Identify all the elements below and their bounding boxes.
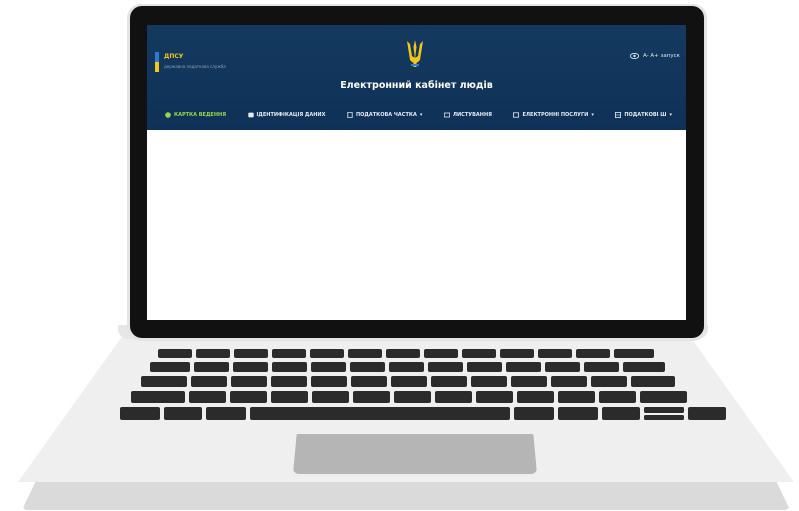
trident-emblem-icon <box>407 40 423 67</box>
key <box>234 349 268 358</box>
nav-item-label: Картка ведення <box>174 112 227 118</box>
key <box>558 391 595 403</box>
key <box>386 349 420 358</box>
nav-item-label: Електронні Послуги <box>522 112 589 118</box>
logo-title: ДПСУ <box>164 53 184 60</box>
chevron-down-icon: ▾ <box>419 112 423 118</box>
key <box>506 362 541 372</box>
key <box>310 349 344 358</box>
key <box>189 391 226 403</box>
nav-item-e-services[interactable]: Електронні Послуги ▾ <box>513 112 594 118</box>
key <box>644 415 684 420</box>
nav-item-label: Листування <box>452 112 492 118</box>
key <box>231 376 267 387</box>
key <box>391 376 427 387</box>
key <box>394 391 431 403</box>
key <box>164 407 202 420</box>
key <box>623 362 665 372</box>
key <box>350 362 385 372</box>
key <box>614 349 654 358</box>
screen: ДПСУ державна податкова служба Електронн… <box>147 25 686 320</box>
id-card-icon <box>247 112 254 118</box>
key <box>599 391 636 403</box>
key <box>462 349 496 358</box>
key <box>511 376 547 387</box>
key <box>353 391 390 403</box>
trackpad <box>293 434 537 474</box>
main-nav: Картка ведення Ідентифікація даних Подат… <box>147 106 686 124</box>
key <box>428 362 463 372</box>
nav-item-label: Податкові Ш <box>624 112 667 118</box>
key <box>545 362 580 372</box>
key <box>158 349 192 358</box>
key <box>131 391 185 403</box>
content-area <box>147 130 686 320</box>
key <box>602 407 640 420</box>
grid-icon <box>615 112 622 118</box>
site-header: ДПСУ державна податкова служба Електронн… <box>147 25 686 130</box>
accessibility-controls[interactable]: A- A+ запуск <box>630 53 680 59</box>
key <box>196 349 230 358</box>
chevron-down-icon: ▾ <box>669 112 672 118</box>
document-icon <box>347 112 353 118</box>
nav-item-correspondence[interactable]: Листування <box>443 112 492 118</box>
key <box>517 391 554 403</box>
nav-item-identification[interactable]: Ідентифікація даних <box>247 112 326 118</box>
page-title: Електронний кабінет людів <box>340 80 493 91</box>
mail-icon <box>443 112 450 118</box>
key <box>271 376 307 387</box>
key <box>640 391 687 403</box>
key <box>150 362 190 372</box>
logo-subtitle: державна податкова служба <box>164 64 226 69</box>
key <box>194 362 229 372</box>
nav-item-label: Ідентифікація даних <box>256 112 326 118</box>
key <box>272 349 306 358</box>
key <box>250 407 510 420</box>
key <box>230 391 267 403</box>
key <box>120 407 160 420</box>
key <box>688 407 726 420</box>
ukraine-flag-icon <box>155 52 159 72</box>
key <box>467 362 502 372</box>
key <box>435 391 472 403</box>
key <box>312 391 349 403</box>
key <box>191 376 227 387</box>
key <box>584 362 619 372</box>
user-circle-icon <box>165 112 171 118</box>
key <box>591 376 627 387</box>
eye-icon <box>630 53 639 59</box>
key <box>538 349 572 358</box>
key <box>206 407 246 420</box>
key <box>631 376 675 387</box>
accessibility-label: A- A+ запуск <box>643 53 680 59</box>
key <box>576 349 610 358</box>
key <box>141 376 187 387</box>
key <box>271 391 308 403</box>
nav-item-tax-share[interactable]: Податкова Частка ▾ <box>347 112 422 118</box>
nav-item-label: Податкова Частка <box>355 112 417 118</box>
key <box>389 362 424 372</box>
key <box>514 407 554 420</box>
key <box>476 391 513 403</box>
key <box>348 349 382 358</box>
service-icon <box>513 112 520 118</box>
nav-item-cabinet[interactable]: Картка ведення <box>165 112 226 118</box>
key <box>233 362 268 372</box>
key <box>424 349 458 358</box>
key <box>471 376 507 387</box>
key <box>500 349 534 358</box>
key <box>311 362 346 372</box>
nav-item-tax-more[interactable]: Податкові Ш ▾ <box>615 112 672 118</box>
chevron-down-icon: ▾ <box>591 112 594 118</box>
key <box>272 362 307 372</box>
key <box>431 376 467 387</box>
key <box>644 407 684 413</box>
key <box>558 407 598 420</box>
key <box>551 376 587 387</box>
key <box>351 376 387 387</box>
key <box>311 376 347 387</box>
